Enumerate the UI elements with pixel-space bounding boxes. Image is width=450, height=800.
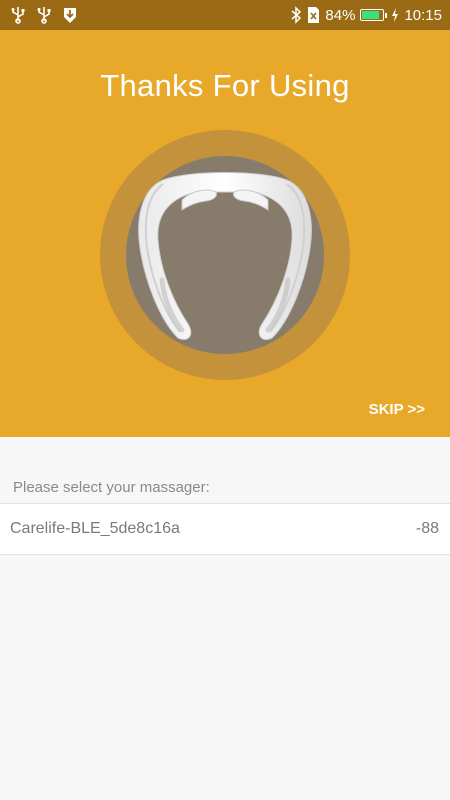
clock: 10:15 — [404, 6, 442, 24]
neck-massager-icon — [138, 172, 312, 340]
device-list: Carelife-BLE_5de8c16a -88 — [0, 503, 450, 555]
usb-icon — [11, 7, 25, 24]
device-name: Carelife-BLE_5de8c16a — [10, 520, 180, 537]
list-item[interactable]: Carelife-BLE_5de8c16a -88 — [0, 503, 450, 555]
battery-percent: 84% — [325, 6, 356, 24]
bolt-icon — [392, 8, 399, 22]
app-screen: 84% 10:15 Thanks For Using SKIP >> Pleas… — [0, 0, 450, 800]
skip-button[interactable]: SKIP >> — [369, 401, 425, 418]
device-image-ring — [100, 130, 350, 380]
bluetooth-icon — [291, 6, 302, 24]
select-device-prompt: Please select your massager: — [13, 479, 210, 496]
status-bar: 84% 10:15 — [0, 0, 450, 30]
page-title: Thanks For Using — [100, 68, 350, 103]
system-icons: 84% 10:15 — [290, 5, 442, 25]
no-sim-icon — [308, 7, 320, 23]
shield-download-icon — [64, 8, 76, 23]
welcome-header: Thanks For Using SKIP >> — [0, 30, 450, 437]
usb-icon — [37, 7, 51, 24]
battery-icon — [360, 9, 388, 21]
notification-icons — [10, 6, 78, 24]
battery-level-fill — [362, 11, 380, 19]
signal-strength: -88 — [415, 520, 439, 537]
